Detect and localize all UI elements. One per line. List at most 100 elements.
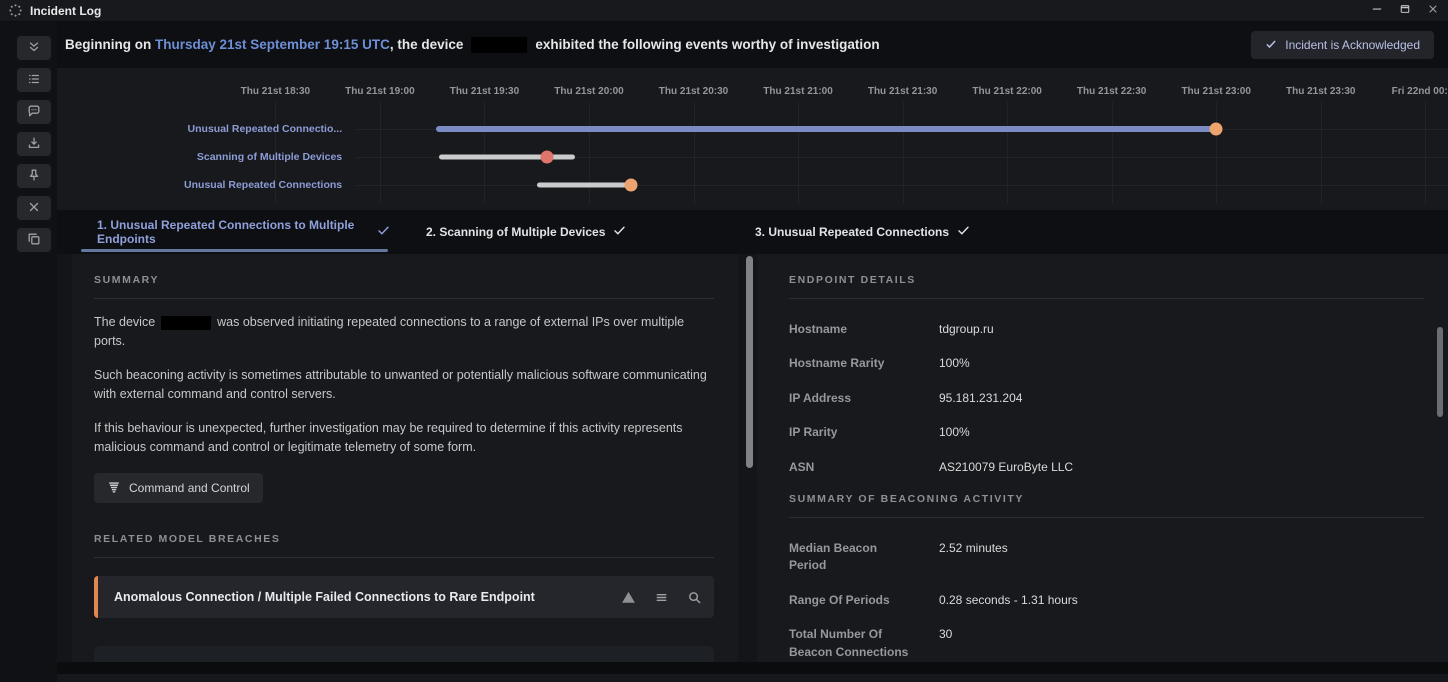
beaconing-detail-key: Median Beacon Period — [789, 540, 878, 573]
download-icon — [27, 136, 41, 153]
left-panel-scrollbar[interactable] — [745, 254, 754, 662]
timeline-gridline — [693, 102, 695, 204]
timeline-gridline — [902, 102, 904, 204]
header-suffix: exhibited the following events worthy of… — [535, 36, 880, 52]
menu-icon[interactable] — [654, 590, 669, 605]
event-tabs: 1. Unusual Repeated Connections to Multi… — [57, 210, 1448, 254]
endpoint-detail-value: 100% — [939, 425, 970, 440]
timeline-row-track — [356, 185, 1448, 186]
investigation-process-section[interactable]: INVESTIGATION PROCESS — [94, 646, 714, 662]
beaconing-detail-key: Range Of Periods — [789, 592, 890, 607]
acknowledge-label: Incident is Acknowledged — [1285, 38, 1420, 52]
tab-event-3[interactable]: 3. Unusual Repeated Connections — [731, 210, 1060, 254]
endpoint-detail-row: IP Address 95.181.231.204 — [789, 390, 1424, 407]
timeline-event-marker[interactable] — [1209, 122, 1223, 136]
timeline-event-marker[interactable] — [624, 178, 638, 192]
search-icon[interactable] — [687, 590, 702, 605]
toolbar-pin-button[interactable] — [17, 164, 51, 188]
timeline-gridline — [798, 102, 800, 204]
endpoint-details-heading: ENDPOINT DETAILS — [789, 274, 1424, 299]
endpoint-detail-key: Hostname Rarity — [789, 356, 885, 371]
endpoint-detail-row: Hostname tdgroup.ru — [789, 321, 1424, 338]
check-icon — [957, 224, 970, 240]
titlebar[interactable]: Incident Log — [0, 0, 1448, 22]
tag-button-label: Command and Control — [129, 481, 250, 496]
beaconing-rows: Median Beacon Period 2.52 minutes Range Of… — [789, 540, 1424, 662]
timeline-event-marker[interactable] — [540, 150, 554, 164]
beaconing-detail-value: 30 — [939, 627, 953, 642]
maximize-button[interactable] — [1398, 4, 1412, 18]
right-panel-scrollbar[interactable] — [1436, 254, 1444, 662]
tab-label: 2. Scanning of Multiple Devices — [426, 225, 606, 239]
beaconing-detail-key: Total Number Of Beacon Connections — [789, 627, 909, 659]
timeline-event-bar[interactable] — [439, 154, 576, 160]
event-detail-panel: SUMMARY The device was observed initiatin… — [72, 254, 738, 662]
close-button[interactable] — [1426, 4, 1440, 18]
timeline-event-bar[interactable] — [536, 182, 631, 188]
toolbar-collapse-all-button[interactable] — [17, 36, 51, 60]
chevron-down-icon[interactable] — [281, 658, 297, 662]
scrollbar-thumb[interactable] — [1437, 327, 1443, 417]
incident-timeline-chart[interactable]: Thu 21st 18:30 Thu 21st 19:00 Thu 21st 19:… — [57, 68, 1448, 210]
timeline-tick-label: Thu 21st 21:00 — [763, 86, 833, 97]
minimize-button[interactable] — [1370, 4, 1384, 18]
beaconing-detail-row: Median Beacon Period 2.52 minutes — [789, 540, 1424, 575]
summary-paragraph-1: The device was observed initiating repeat… — [94, 313, 714, 352]
timeline-tick-label: Thu 21st 19:30 — [449, 86, 520, 97]
tab-label: 3. Unusual Repeated Connections — [755, 225, 950, 239]
footer-strip — [57, 662, 1448, 674]
endpoint-detail-key: IP Rarity — [789, 425, 838, 440]
beaconing-detail-value: 0.28 seconds - 1.31 hours — [939, 592, 1078, 607]
timeline-tick-label: Thu 21st 20:30 — [658, 86, 729, 97]
toolbar-copy-button[interactable] — [17, 228, 51, 252]
tab-event-2[interactable]: 2. Scanning of Multiple Devices — [402, 210, 731, 254]
timeline-tick-label: Thu 21st 23:00 — [1181, 86, 1251, 97]
header-mid: , the device — [389, 36, 464, 52]
model-breach-row[interactable]: Anomalous Connection / Multiple Failed C… — [94, 576, 714, 619]
endpoint-detail-value: tdgroup.ru — [939, 322, 994, 336]
summary-paragraph-3: If this behaviour is unexpected, further… — [94, 420, 683, 454]
timeline-gridline — [1216, 102, 1218, 204]
redacted-device-name — [471, 37, 528, 54]
toolbar-close-log-button[interactable] — [17, 196, 51, 220]
incident-start-time[interactable]: Thursday 21st September 19:15 UTC — [155, 37, 390, 52]
endpoint-detail-key: IP Address — [789, 390, 852, 405]
breach-list: Anomalous Connection / Multiple Failed C… — [94, 576, 714, 619]
toolbar-comments-button[interactable] — [17, 100, 51, 124]
toolbar-download-button[interactable] — [17, 132, 51, 156]
timeline-row-label[interactable]: Unusual Repeated Connectio... — [57, 123, 343, 135]
timeline-tick-label: Thu 21st 22:00 — [972, 86, 1042, 97]
scrollbar-thumb[interactable] — [746, 256, 753, 468]
toolbar-log-list-button[interactable] — [17, 68, 51, 92]
endpoint-detail-row: IP Rarity 100% — [789, 424, 1424, 441]
list-icon — [27, 72, 41, 89]
maximize-icon — [1399, 2, 1411, 20]
timeline-gridline — [588, 102, 590, 204]
timeline-row-label[interactable]: Scanning of Multiple Devices — [57, 151, 342, 163]
summary-heading: SUMMARY — [94, 274, 714, 299]
beaconing-detail-row: Range Of Periods 0.28 seconds - 1.31 hour… — [789, 592, 1424, 609]
timeline-tick-label: Thu 21st 22:30 — [1076, 86, 1147, 97]
footer-strip-light — [57, 674, 1448, 682]
endpoint-details-rows: Hostname tdgroup.ru Hostname Rarity 100% IP … — [789, 321, 1424, 476]
timeline-gridline — [379, 102, 381, 204]
check-icon — [1265, 38, 1277, 53]
close-icon — [1427, 2, 1439, 20]
minimize-icon — [1371, 2, 1383, 20]
pin-icon — [27, 168, 41, 185]
endpoint-panel: ENDPOINT DETAILS Hostname tdgroup.ru Hostn… — [757, 254, 1448, 662]
window-title: Incident Log — [30, 3, 102, 18]
tab-event-1[interactable]: 1. Unusual Repeated Connections to Multi… — [73, 210, 402, 254]
incident-header-band: Beginning on Thursday 21st September 19:… — [57, 22, 1448, 66]
para1-pre: The device — [94, 315, 156, 329]
timeline-row-label[interactable]: Unusual Repeated Connections — [57, 179, 342, 191]
acknowledge-button[interactable]: Incident is Acknowledged — [1251, 31, 1434, 59]
timeline-event-bar[interactable] — [435, 126, 1217, 132]
warning-icon[interactable] — [621, 590, 636, 605]
beaconing-detail-value: 2.52 minutes — [939, 540, 1008, 555]
double-chevron-down-icon — [27, 40, 41, 57]
timeline-gridline — [484, 102, 486, 204]
command-and-control-tag-button[interactable]: Command and Control — [94, 473, 263, 504]
left-toolbar — [0, 22, 57, 682]
beaconing-detail-row: Total Number Of Beacon Connections 30 — [789, 626, 1424, 661]
